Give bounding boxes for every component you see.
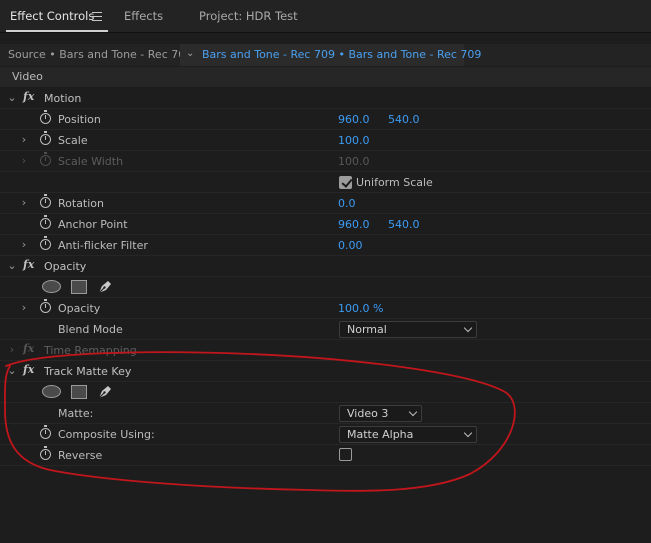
twirl-open-icon[interactable]: ⌄	[7, 259, 17, 272]
property-row-matte: Matte: Video 3	[0, 403, 651, 424]
tab-project[interactable]: Project: HDR Test	[199, 9, 298, 23]
effect-name-time-remapping: Time Remapping	[44, 344, 137, 357]
twirl-closed-icon[interactable]: ›	[19, 154, 29, 167]
stopwatch-icon[interactable]	[40, 236, 51, 250]
stopwatch-icon	[40, 152, 51, 166]
property-row-rotation: › Rotation 0.0	[0, 193, 651, 214]
sequence-clip-label[interactable]: Bars and Tone - Rec 709 • Bars and Tone …	[202, 48, 481, 61]
property-label-reverse: Reverse	[58, 449, 103, 462]
property-label-scale: Scale	[58, 134, 88, 147]
opacity-value[interactable]: 100.0 %	[338, 302, 383, 315]
effect-row-opacity[interactable]: ⌄ fx Opacity	[0, 256, 651, 277]
panel-menu-icon[interactable]	[92, 12, 102, 21]
property-label-matte: Matte:	[58, 407, 94, 420]
stopwatch-icon[interactable]	[40, 446, 51, 460]
effect-name-opacity: Opacity	[44, 260, 87, 273]
twirl-closed-icon[interactable]: ›	[19, 301, 29, 314]
fx-toggle-icon: fx	[23, 342, 35, 355]
chevron-down-icon[interactable]: ⌄	[186, 48, 194, 59]
property-row-position: Position 960.0 540.0	[0, 109, 651, 130]
stopwatch-icon[interactable]	[40, 299, 51, 313]
fx-toggle-icon[interactable]: fx	[23, 90, 34, 103]
reverse-checkbox[interactable]	[339, 448, 352, 461]
scale-value[interactable]: 100.0	[338, 134, 370, 147]
source-bar: Source • Bars and Tone - Rec 709 ⌄ Bars …	[0, 44, 651, 66]
twirl-closed-icon[interactable]: ›	[19, 133, 29, 146]
effect-row-time-remapping[interactable]: › fx Time Remapping	[0, 340, 651, 361]
uniform-scale-label[interactable]: Uniform Scale	[356, 176, 433, 189]
blend-mode-selected: Normal	[347, 323, 387, 336]
fx-toggle-icon[interactable]: fx	[23, 258, 34, 271]
effect-name-track-matte-key: Track Matte Key	[44, 365, 132, 378]
video-section-title: Video	[12, 70, 43, 83]
property-row-scale: › Scale 100.0	[0, 130, 651, 151]
effect-row-track-matte-key[interactable]: ⌄ fx Track Matte Key	[0, 361, 651, 382]
composite-using-dropdown[interactable]: Matte Alpha	[339, 426, 477, 443]
ellipse-mask-icon[interactable]	[42, 385, 61, 398]
stopwatch-icon[interactable]	[40, 131, 51, 145]
property-label-scale-width: Scale Width	[58, 155, 124, 168]
effect-name-motion: Motion	[44, 92, 82, 105]
property-row-reverse: Reverse	[0, 445, 651, 466]
stopwatch-icon[interactable]	[40, 194, 51, 208]
rectangle-mask-icon[interactable]	[71, 280, 87, 294]
pen-mask-icon[interactable]	[96, 278, 114, 296]
property-row-scale-width: › Scale Width 100.0	[0, 151, 651, 172]
twirl-closed-icon[interactable]: ›	[19, 196, 29, 209]
property-label-anti-flicker: Anti-flicker Filter	[58, 239, 148, 252]
scale-width-value: 100.0	[338, 155, 370, 168]
anchor-y-value[interactable]: 540.0	[388, 218, 420, 231]
blend-mode-dropdown[interactable]: Normal	[339, 321, 477, 338]
property-row-anchor-point: Anchor Point 960.0 540.0	[0, 214, 651, 235]
property-label-opacity: Opacity	[58, 302, 101, 315]
sequence-clip-tab[interactable]: ⌄ Bars and Tone - Rec 709 • Bars and Ton…	[180, 44, 481, 66]
property-label-anchor-point: Anchor Point	[58, 218, 128, 231]
property-label-position: Position	[58, 113, 101, 126]
property-row-uniform-scale: Uniform Scale	[0, 172, 651, 193]
mask-tools-row	[0, 382, 651, 403]
twirl-closed-icon[interactable]: ›	[7, 343, 17, 356]
matte-dropdown[interactable]: Video 3	[339, 405, 422, 422]
stopwatch-icon[interactable]	[40, 425, 51, 439]
stopwatch-icon[interactable]	[40, 110, 51, 124]
active-tab-indicator	[6, 30, 108, 32]
pen-mask-icon[interactable]	[96, 383, 114, 401]
property-label-rotation: Rotation	[58, 197, 105, 210]
property-label-composite-using: Composite Using:	[58, 428, 155, 441]
twirl-open-icon[interactable]: ⌄	[7, 91, 17, 104]
video-section-header: Video	[0, 67, 651, 87]
mask-tools-row	[0, 277, 651, 298]
rectangle-mask-icon[interactable]	[71, 385, 87, 399]
chevron-down-icon	[463, 428, 473, 438]
anti-flicker-value[interactable]: 0.00	[338, 239, 363, 252]
property-row-blend-mode: Blend Mode Normal	[0, 319, 651, 340]
position-x-value[interactable]: 960.0	[338, 113, 370, 126]
stopwatch-icon[interactable]	[40, 215, 51, 229]
anchor-x-value[interactable]: 960.0	[338, 218, 370, 231]
fx-toggle-icon[interactable]: fx	[23, 363, 34, 376]
property-row-anti-flicker: › Anti-flicker Filter 0.00	[0, 235, 651, 256]
twirl-closed-icon[interactable]: ›	[19, 238, 29, 251]
effect-row-motion[interactable]: ⌄ fx Motion	[0, 88, 651, 109]
chevron-down-icon	[408, 407, 418, 417]
property-row-opacity: › Opacity 100.0 %	[0, 298, 651, 319]
chevron-down-icon	[463, 323, 473, 333]
property-label-blend-mode: Blend Mode	[58, 323, 123, 336]
tab-effects[interactable]: Effects	[124, 9, 163, 23]
tab-effect-controls[interactable]: Effect Controls	[10, 9, 94, 23]
matte-selected: Video 3	[347, 407, 389, 420]
position-y-value[interactable]: 540.0	[388, 113, 420, 126]
rotation-value[interactable]: 0.0	[338, 197, 356, 210]
panel-tab-bar: Effect Controls Effects Project: HDR Tes…	[0, 0, 651, 33]
property-row-composite-using: Composite Using: Matte Alpha	[0, 424, 651, 445]
ellipse-mask-icon[interactable]	[42, 280, 61, 293]
source-clip-label[interactable]: Source • Bars and Tone - Rec 709	[8, 48, 192, 61]
composite-using-selected: Matte Alpha	[347, 428, 414, 441]
twirl-open-icon[interactable]: ⌄	[7, 364, 17, 377]
uniform-scale-checkbox[interactable]	[339, 176, 352, 189]
